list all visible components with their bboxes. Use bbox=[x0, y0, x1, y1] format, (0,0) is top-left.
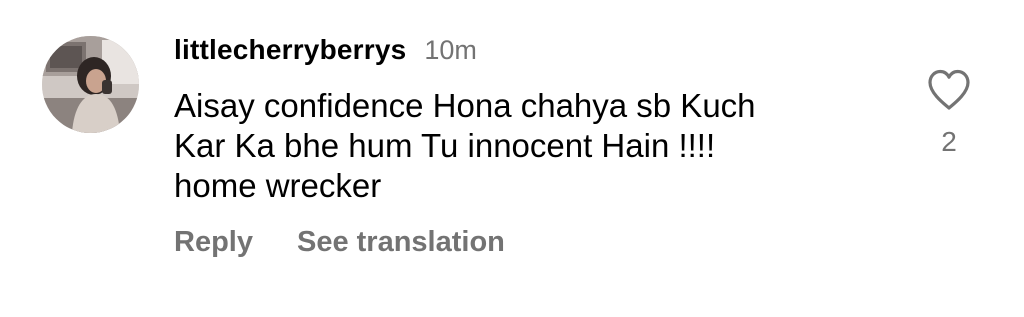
comment-text: Aisay confidence Hona chahya sb Kuch Kar… bbox=[174, 86, 894, 206]
comment-text-line: Kar Ka bhe hum Tu innocent Hain !!!! bbox=[174, 127, 716, 164]
comment-item: littlecherryberrys 10m Aisay confidence … bbox=[0, 0, 1024, 317]
comment-text-line: Aisay confidence Hona chahya sb Kuch bbox=[174, 87, 756, 124]
heart-outline-icon bbox=[928, 69, 970, 110]
avatar[interactable] bbox=[42, 36, 139, 133]
like-button[interactable] bbox=[926, 68, 972, 112]
username[interactable]: littlecherryberrys bbox=[174, 34, 406, 66]
like-count: 2 bbox=[941, 126, 957, 157]
timestamp: 10m bbox=[424, 34, 477, 65]
avatar-photo bbox=[42, 36, 139, 133]
comment-actions: Reply See translation bbox=[174, 222, 505, 262]
reply-button[interactable]: Reply bbox=[174, 226, 253, 259]
comment-header: littlecherryberrys 10m bbox=[174, 30, 477, 70]
comment-text-line: home wrecker bbox=[174, 167, 382, 204]
see-translation-button[interactable]: See translation bbox=[297, 226, 505, 259]
